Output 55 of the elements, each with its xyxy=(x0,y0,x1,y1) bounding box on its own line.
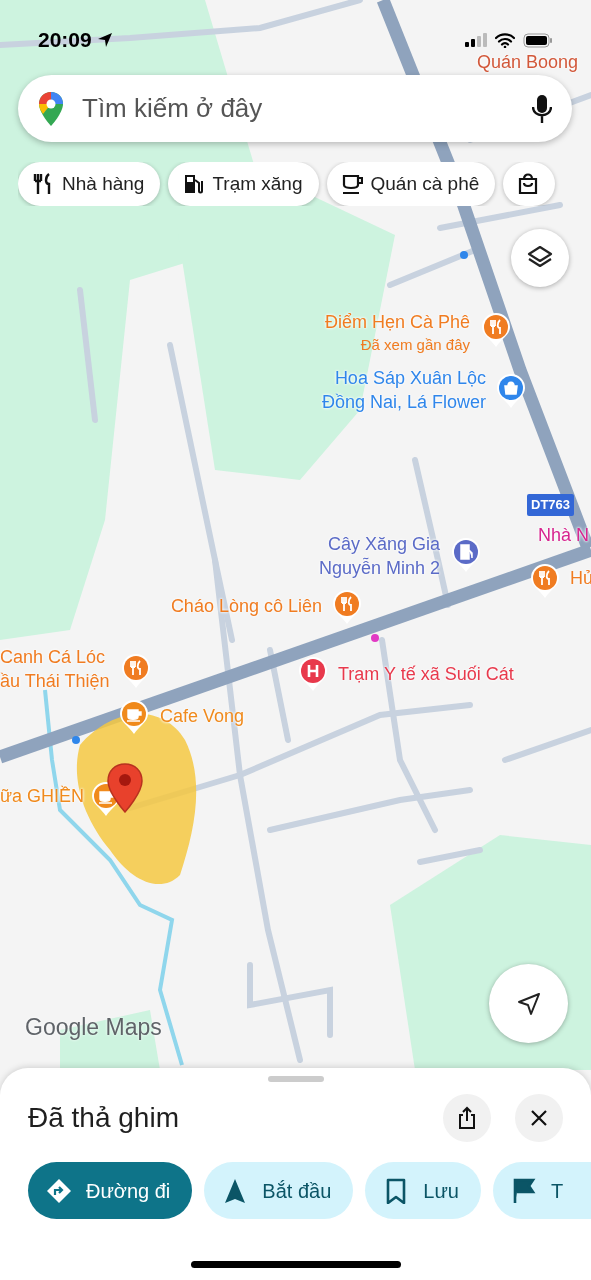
place-label[interactable]: Trạm Y tế xã Suối Cát xyxy=(338,662,514,687)
dropped-pin-icon xyxy=(106,762,144,814)
map-dot xyxy=(460,251,468,259)
place-label[interactable]: Canh Cá Lóc xyxy=(0,645,110,670)
action-button[interactable]: Bắt đầu xyxy=(204,1162,354,1219)
category-chip[interactable]: Nhà hàng xyxy=(18,162,161,206)
place-label[interactable]: Hoa Sáp Xuân Lộc xyxy=(321,366,486,391)
place-label[interactable]: Cây Xăng Gia xyxy=(318,532,440,557)
share-button[interactable] xyxy=(443,1094,491,1142)
restaurant-pin-icon[interactable] xyxy=(121,653,151,689)
place-label[interactable]: Nhà N xyxy=(538,523,590,548)
drag-handle[interactable] xyxy=(267,1076,324,1082)
gas-pin-icon[interactable] xyxy=(451,537,481,573)
maps-pin-icon xyxy=(38,90,64,127)
wifi-icon xyxy=(495,32,515,48)
close-icon xyxy=(529,1108,549,1128)
hospital-pin-icon[interactable] xyxy=(298,656,328,692)
place-label[interactable]: Cafe Vong xyxy=(160,704,245,729)
status-time: 20:09 xyxy=(38,27,92,54)
road-shield: DT763 xyxy=(527,494,575,516)
microphone-icon[interactable] xyxy=(532,93,552,124)
place-label[interactable]: Nguyễn Minh 2 xyxy=(318,556,440,581)
place-label[interactable]: Điểm Hẹn Cà Phê xyxy=(324,310,470,335)
category-chip[interactable]: Trạm xăng xyxy=(168,162,319,206)
shopping-icon xyxy=(517,172,540,196)
sheet-title: Đã thả ghim xyxy=(28,1101,179,1135)
action-button[interactable]: T xyxy=(492,1162,591,1219)
action-button[interactable]: Đường đi xyxy=(28,1162,193,1219)
map-logo: Google Maps xyxy=(25,1013,162,1042)
shopping-pin-icon[interactable] xyxy=(496,373,526,409)
turn-sign-icon xyxy=(46,1177,72,1204)
restaurant-pin-icon[interactable] xyxy=(481,312,511,348)
place-note: Đã xem gần đây xyxy=(359,335,470,356)
category-chip[interactable]: Quán cà phê xyxy=(326,162,496,206)
navigation-arrow-icon xyxy=(515,990,542,1017)
restaurant-pin-icon[interactable] xyxy=(530,563,560,599)
action-button[interactable]: Lưu xyxy=(365,1162,481,1219)
cafe-pin-icon[interactable] xyxy=(119,699,149,735)
share-icon xyxy=(456,1106,478,1130)
place-label[interactable]: Hủ xyxy=(570,566,591,591)
place-label[interactable]: Quán Boong xyxy=(477,50,579,75)
cafe-icon xyxy=(340,172,363,196)
battery-icon xyxy=(523,32,553,48)
search-bar[interactable]: Tìm kiếm ở đây xyxy=(18,75,572,142)
signal-icon xyxy=(465,33,487,47)
close-button[interactable] xyxy=(515,1094,563,1142)
map-dot xyxy=(72,736,80,744)
place-label[interactable]: Đồng Nai, Lá Flower xyxy=(321,390,486,415)
place-label[interactable]: ầu Thái Thiện xyxy=(0,669,110,694)
place-label[interactable]: ữa GHIỀN xyxy=(0,784,85,809)
gas-icon xyxy=(182,172,205,196)
search-field[interactable]: Tìm kiếm ở đây xyxy=(80,88,516,129)
map-dot xyxy=(371,634,379,642)
place-label[interactable]: Cháo Lòng cô Liên xyxy=(170,594,322,619)
restaurant-pin-icon[interactable] xyxy=(332,589,362,625)
